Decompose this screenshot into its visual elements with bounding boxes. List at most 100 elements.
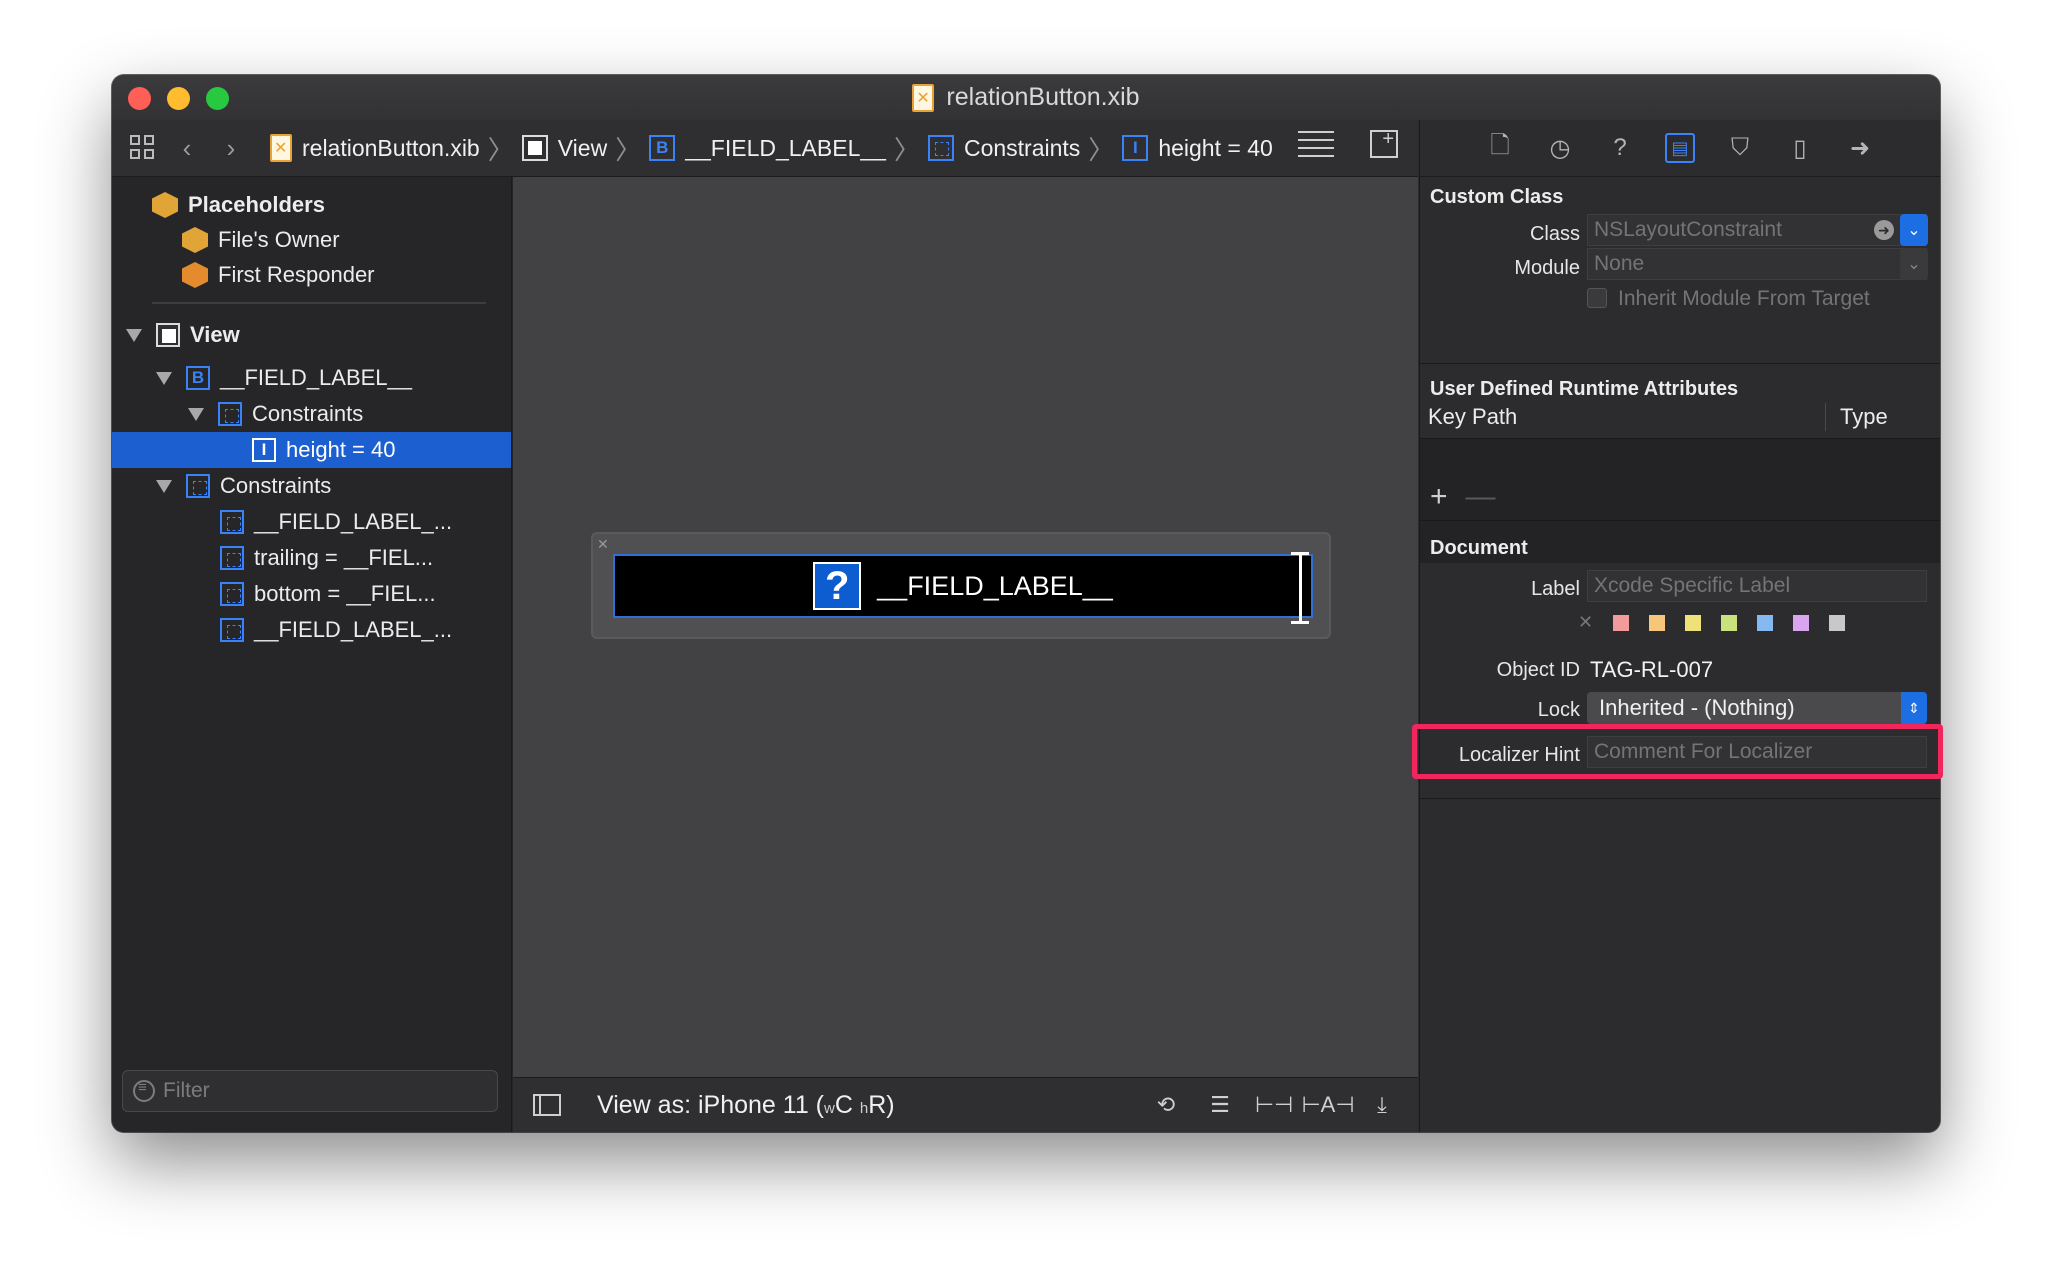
minimize-window-button[interactable] [167,87,190,110]
breadcrumb-height[interactable]: I height = 40 [1122,135,1273,162]
file-inspector-icon[interactable]: 🗋 [1485,132,1515,163]
outline-label: File's Owner [218,227,340,252]
color-swatch-green[interactable] [1721,614,1738,631]
identity-inspector-icon[interactable]: ▤ [1665,133,1695,163]
color-swatch-blue[interactable] [1757,614,1774,631]
outline-item-constraints-outer[interactable]: Constraints [112,468,511,504]
outline-item-placeholders[interactable]: Placeholders [112,187,511,223]
window-title: relationButton.xib [912,83,1140,112]
close-window-button[interactable] [128,87,151,110]
updown-chevron-icon: ⇕ [1901,692,1927,724]
custom-class-title: Custom Class [1430,186,1564,208]
lock-select[interactable]: Inherited - (Nothing) ⇕ [1587,692,1927,724]
filter-icon [133,1079,155,1102]
disclosure-triangle-icon[interactable] [156,371,172,385]
color-swatch-purple[interactable] [1793,614,1810,631]
align-icon[interactable]: ☰ [1204,1090,1236,1120]
document-title: Document [1430,537,1528,559]
module-label: Module [1514,257,1580,279]
add-attribute-button[interactable]: + [1430,480,1448,514]
help-inspector-icon[interactable]: ? [1605,133,1635,163]
outline-item-constraint[interactable]: bottom = __FIEL... [112,576,511,612]
grid-icon [130,135,156,161]
breadcrumb-label: Constraints [963,134,1081,161]
breadcrumb-constraints[interactable]: Constraints [927,134,1081,162]
window-title-text: relationButton.xib [946,83,1140,111]
outline-label: Placeholders [188,192,325,217]
document-outline: Placeholders File's Owner First Responde… [112,177,512,1132]
button-label: __FIELD_LABEL__ [877,570,1113,601]
attributes-inspector-icon[interactable]: ⛉ [1725,133,1755,163]
size-inspector-icon[interactable]: ▯ [1785,133,1815,163]
color-swatch-gray[interactable] [1829,614,1846,631]
back-button[interactable]: ‹ [170,131,204,165]
breadcrumb-separator-icon: 〉 [615,134,642,165]
jump-bar-actions [1298,128,1398,158]
remove-attribute-button[interactable]: — [1466,480,1496,514]
module-field[interactable]: None [1587,248,1927,280]
update-frames-icon[interactable]: ⟲ [1150,1090,1182,1120]
object-id-value[interactable]: TAG-RL-007 [1590,657,1713,683]
constraints-icon [927,135,954,161]
interface-builder-canvas[interactable]: ✕ ? __FIELD_LABEL__ [513,177,1418,1077]
resolve-issues-icon[interactable]: ⊢A⊣ [1302,1090,1355,1120]
outline-item-constraint[interactable]: __FIELD_LABEL_... [112,504,511,540]
outline-item-view[interactable]: View [112,317,511,353]
connections-inspector-icon[interactable]: ➜ [1845,133,1875,163]
related-items-button[interactable] [126,131,160,165]
breadcrumb-file[interactable]: relationButton.xib [270,134,480,162]
no-color-icon[interactable]: ✕ [1578,612,1593,633]
column-type[interactable]: Type [1840,404,1888,430]
height-constraint-marker[interactable] [1291,552,1313,624]
breadcrumb-separator-icon: 〉 [1088,134,1115,165]
view-as-device[interactable]: View as: iPhone 11 (wC hR) [597,1091,895,1120]
button-view-frame[interactable]: ✕ ? __FIELD_LABEL__ [591,532,1331,639]
add-constraints-icon[interactable]: ⊢⊣ [1255,1090,1293,1120]
outline-item-constraint[interactable]: __FIELD_LABEL_... [112,612,511,648]
outline-item-field-label[interactable]: B __FIELD_LABEL__ [112,360,511,396]
view-as-label: View as: iPhone 11 ( [597,1090,824,1119]
outline-item-first-responder[interactable]: First Responder [112,257,511,293]
close-icon[interactable]: ✕ [597,536,609,553]
column-key-path[interactable]: Key Path [1428,404,1517,430]
outline-label: trailing = __FIEL... [254,545,434,570]
breadcrumb-separator-icon: 〉 [487,134,514,165]
zoom-window-button[interactable] [206,87,229,110]
object-id-label: Object ID [1496,659,1580,681]
add-editor-icon[interactable] [1370,128,1398,158]
disclosure-triangle-icon[interactable] [126,328,142,342]
class-dropdown-icon[interactable]: ⌄ [1900,214,1928,246]
breadcrumb-view[interactable]: View [521,135,607,162]
label-field[interactable]: Xcode Specific Label [1587,570,1927,602]
first-responder-cube-icon [182,262,208,288]
height-constraint-icon: I [252,438,276,462]
outline-label: First Responder [218,262,375,287]
embed-in-icon[interactable]: ⤓ [1366,1090,1398,1120]
inherit-module-checkbox[interactable] [1587,288,1607,308]
color-swatch-red[interactable] [1613,614,1630,631]
field-label-button[interactable]: ? __FIELD_LABEL__ [613,554,1313,618]
history-inspector-icon[interactable]: ◷ [1545,133,1575,163]
disclosure-triangle-icon[interactable] [156,479,172,493]
color-swatch-yellow[interactable] [1685,614,1702,631]
go-to-class-icon[interactable]: ➜ [1874,220,1894,240]
color-swatch-orange[interactable] [1649,614,1666,631]
breadcrumb-separator-icon: 〉 [893,134,920,165]
lock-value: Inherited - (Nothing) [1599,695,1795,720]
breadcrumb-label: __FIELD_LABEL__ [685,134,886,161]
label-color-swatches: ✕ [1578,612,1846,633]
runtime-attributes-header: Key Path Type [1420,395,1940,439]
outline-item-constraints-inner[interactable]: Constraints [112,396,511,432]
outline-item-constraint[interactable]: trailing = __FIEL... [112,540,511,576]
outline-filter-field[interactable]: Filter [122,1070,498,1112]
breadcrumb-button[interactable]: B __FIELD_LABEL__ [649,135,886,162]
inspector-panel: 🗋 ◷ ? ▤ ⛉ ▯ ➜ Custom Class Class NSLayou… [1419,120,1940,1132]
forward-button[interactable]: › [214,131,248,165]
outline-item-height[interactable]: I height = 40 [112,432,511,468]
disclosure-triangle-icon[interactable] [188,407,204,421]
outline-item-files-owner[interactable]: File's Owner [112,222,511,258]
editor-options-icon[interactable] [1298,131,1334,157]
xib-file-icon [912,83,935,112]
toggle-outline-icon[interactable] [533,1094,561,1116]
module-dropdown-icon[interactable]: ⌄ [1900,248,1928,280]
